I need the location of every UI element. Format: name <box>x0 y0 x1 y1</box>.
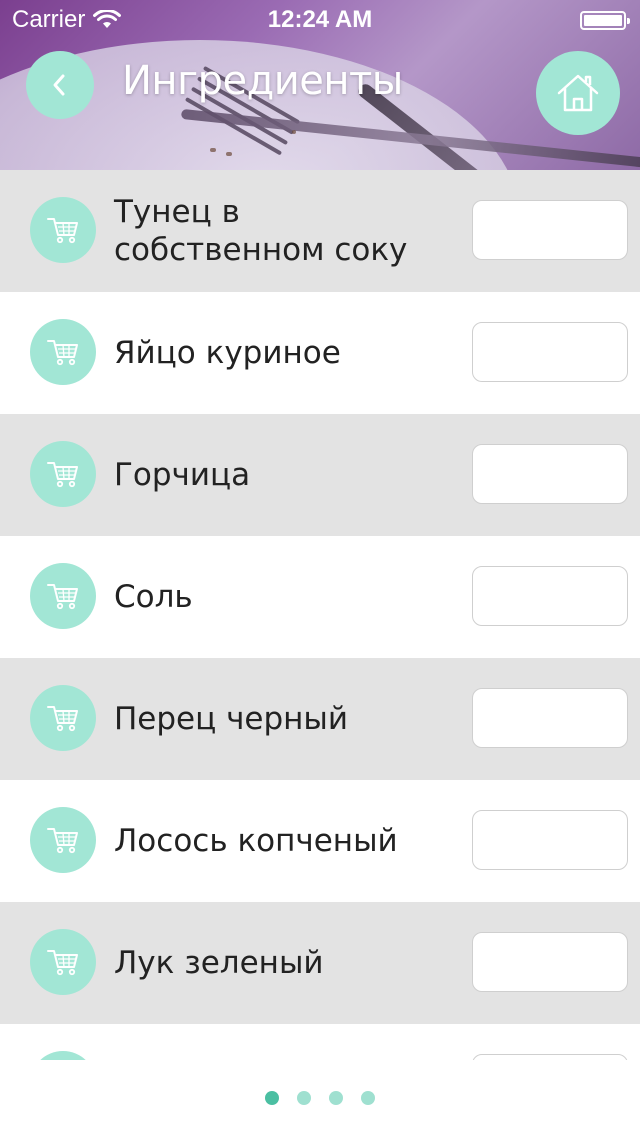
wifi-icon <box>93 10 122 28</box>
add-to-cart-button[interactable] <box>30 197 96 263</box>
list-item: Горчица <box>0 414 640 536</box>
cart-icon <box>46 703 80 733</box>
home-button[interactable] <box>536 51 620 135</box>
list-item: Перец черный <box>0 658 640 780</box>
list-item: Лосось копченый <box>0 780 640 902</box>
quantity-input[interactable] <box>472 566 628 626</box>
quantity-input[interactable] <box>472 932 628 992</box>
ingredient-name: Лук зеленый <box>114 945 324 981</box>
page-dot[interactable] <box>265 1091 279 1105</box>
quantity-input[interactable] <box>472 444 628 504</box>
ingredient-name: Яйцо куриное <box>114 335 341 371</box>
cart-icon <box>46 947 80 977</box>
add-to-cart-button[interactable] <box>30 563 96 629</box>
page-dot[interactable] <box>361 1091 375 1105</box>
quantity-input[interactable] <box>472 810 628 870</box>
list-item: Яйцо куриное <box>0 292 640 414</box>
status-bar: Carrier 12:24 AM <box>0 0 640 40</box>
list-item: Лук зеленый <box>0 902 640 1024</box>
battery-icon <box>580 11 630 30</box>
ingredient-name: Соль <box>114 579 193 615</box>
crumb <box>210 148 216 152</box>
ingredient-name: Тунец в собственном соку <box>114 194 408 268</box>
crumb <box>292 130 296 134</box>
add-to-cart-button[interactable] <box>30 807 96 873</box>
cart-icon <box>46 581 80 611</box>
back-button[interactable] <box>26 51 94 119</box>
ingredient-name: Перец черный <box>114 701 349 737</box>
ingredient-name: Лосось копченый <box>114 823 398 859</box>
add-to-cart-button[interactable] <box>30 441 96 507</box>
add-to-cart-button[interactable] <box>30 929 96 995</box>
add-to-cart-button[interactable] <box>30 685 96 751</box>
header-background: Carrier 12:24 AM Ингредиенты <box>0 0 640 170</box>
home-icon <box>557 74 599 112</box>
ingredient-name: Горчица <box>114 457 251 493</box>
page-dot[interactable] <box>329 1091 343 1105</box>
quantity-input[interactable] <box>472 688 628 748</box>
page-indicator <box>0 1060 640 1136</box>
cart-icon <box>46 459 80 489</box>
add-to-cart-button[interactable] <box>30 319 96 385</box>
cart-icon <box>46 337 80 367</box>
carrier-label: Carrier <box>12 6 86 33</box>
cart-icon <box>46 215 80 245</box>
crumb <box>226 152 232 156</box>
add-to-cart-button[interactable] <box>30 1051 96 1060</box>
list-item: Тунец в собственном соку <box>0 170 640 292</box>
ingredient-list[interactable]: Тунец в собственном соку Яйцо куриное Горч… <box>0 170 640 1060</box>
page-dot[interactable] <box>297 1091 311 1105</box>
list-item <box>0 1024 640 1060</box>
quantity-input[interactable] <box>472 322 628 382</box>
chevron-left-icon <box>53 74 65 96</box>
status-carrier-group: Carrier <box>12 6 122 34</box>
cart-icon <box>46 825 80 855</box>
quantity-input[interactable] <box>472 200 628 260</box>
page-title: Ингредиенты <box>122 58 403 104</box>
list-item: Соль <box>0 536 640 658</box>
